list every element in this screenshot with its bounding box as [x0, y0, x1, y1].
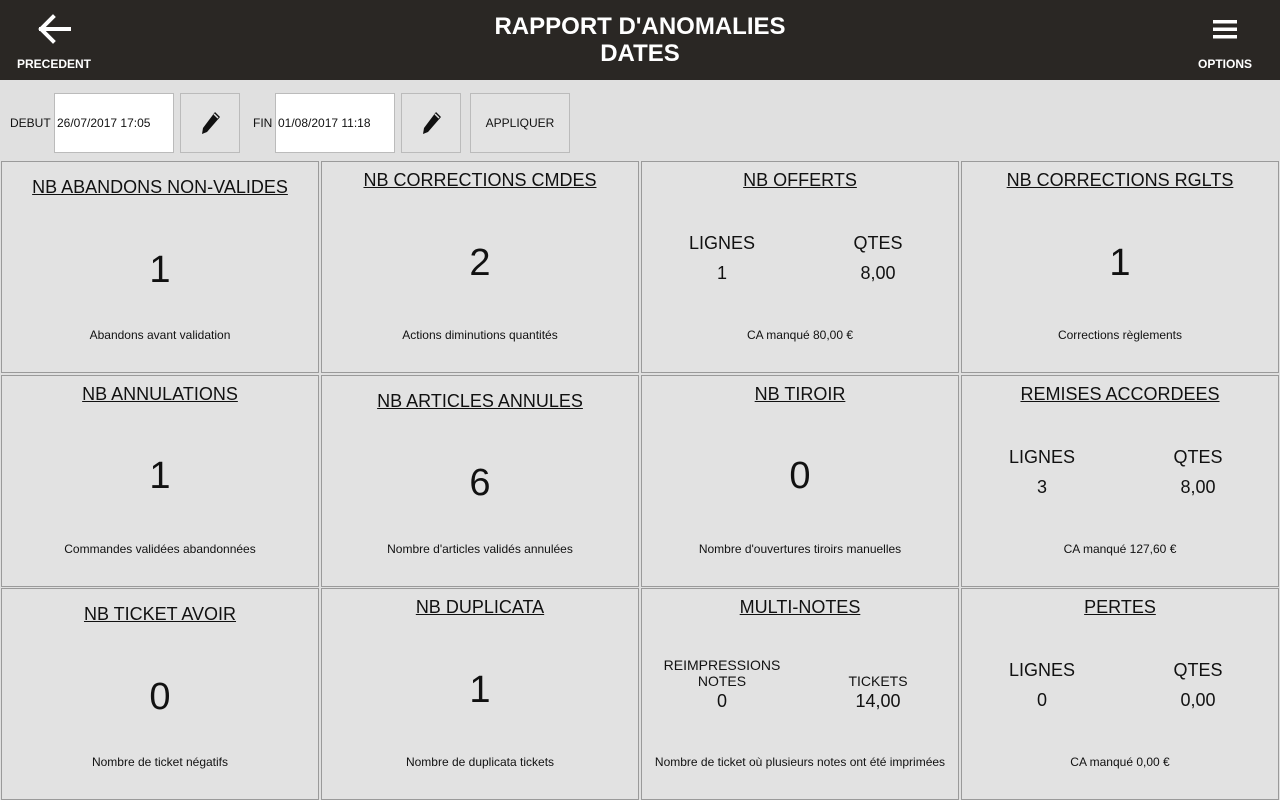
back-label: PRECEDENT — [16, 57, 91, 71]
apply-button[interactable]: APPLIQUER — [470, 93, 570, 153]
reprints-label: REIMPRESSIONS — [663, 657, 781, 673]
start-date-field[interactable]: 26/07/2017 17:05 — [54, 93, 174, 153]
qty-label: QTES — [853, 233, 903, 253]
tile-abandons[interactable]: NB ABANDONS NON-VALIDES 1 Abandons avant… — [1, 161, 319, 373]
tile-title: NB CORRECTIONS CMDES — [363, 170, 597, 190]
qty-column: QTES 8,00 — [808, 233, 948, 283]
tile-title: NB ARTICLES ANNULES — [377, 391, 583, 411]
tile-caption: Nombre d'articles validés annulées — [387, 542, 573, 556]
reprints-column: REIMPRESSIONS NOTES 0 — [652, 657, 792, 711]
page-title: RAPPORT D'ANOMALIES DATES — [340, 13, 940, 67]
tickets-label: TICKETS — [848, 673, 908, 689]
qty-value: 8,00 — [1180, 477, 1216, 497]
pencil-icon — [202, 112, 220, 134]
lines-column: LIGNES 3 — [972, 447, 1112, 497]
top-bar: PRECEDENT RAPPORT D'ANOMALIES DATES OPTI… — [0, 0, 1280, 80]
edit-end-date-button[interactable] — [401, 93, 461, 153]
tile-title: PERTES — [1084, 597, 1156, 617]
back-button[interactable]: PRECEDENT — [0, 0, 108, 80]
tile-ticket-avoir[interactable]: NB TICKET AVOIR 0 Nombre de ticket négat… — [1, 588, 319, 800]
options-label: OPTIONS — [1197, 57, 1252, 71]
lines-label: LIGNES — [1008, 660, 1076, 680]
tile-caption: Actions diminutions quantités — [402, 328, 558, 342]
qty-column: QTES 8,00 — [1128, 447, 1268, 497]
options-button[interactable]: OPTIONS — [1170, 0, 1280, 80]
edit-start-date-button[interactable] — [180, 93, 240, 153]
tile-caption: Nombre de duplicata tickets — [405, 755, 555, 769]
tickets-value: 14,00 — [855, 691, 901, 711]
tile-value: 2 — [469, 242, 491, 284]
tile-multi-notes[interactable]: MULTI-NOTES REIMPRESSIONS NOTES 0 TICKET… — [641, 588, 959, 800]
title-line-1: RAPPORT D'ANOMALIES — [494, 13, 786, 40]
start-date-label: DEBUT — [10, 116, 51, 130]
tile-duplicata[interactable]: NB DUPLICATA 1 Nombre de duplicata ticke… — [321, 588, 639, 800]
tile-caption: Commandes validées abandonnées — [64, 542, 256, 556]
qty-value: 0,00 — [1180, 690, 1216, 710]
tile-title: REMISES ACCORDEES — [1020, 384, 1220, 404]
qty-value: 8,00 — [860, 263, 896, 283]
tile-value: 6 — [469, 462, 491, 504]
tile-pertes[interactable]: PERTES LIGNES 0 QTES 0,00 CA manqué 0,00… — [961, 588, 1279, 800]
end-date-label: FIN — [253, 116, 273, 130]
hamburger-menu-icon — [1213, 20, 1237, 39]
tile-title: NB OFFERTS — [743, 170, 857, 190]
tile-corrections-cmdes[interactable]: NB CORRECTIONS CMDES 2 Actions diminutio… — [321, 161, 639, 373]
tile-title: NB CORRECTIONS RGLTS — [1006, 170, 1234, 190]
lines-value: 3 — [1036, 477, 1047, 497]
tile-caption: CA manqué 0,00 € — [1070, 755, 1170, 769]
tile-value: 1 — [149, 455, 171, 497]
tile-caption: Nombre de ticket où plusieurs notes ont … — [654, 755, 946, 769]
tickets-column: TICKETS 14,00 — [808, 673, 948, 711]
lines-value: 1 — [716, 263, 727, 283]
lines-label: LIGNES — [1008, 447, 1076, 467]
qty-label: QTES — [1173, 660, 1223, 680]
lines-column: LIGNES 0 — [972, 660, 1112, 710]
lines-column: LIGNES 1 — [652, 233, 792, 283]
qty-label: QTES — [1173, 447, 1223, 467]
tile-caption: CA manqué 80,00 € — [746, 328, 854, 342]
date-filter-bar: DEBUT 26/07/2017 17:05 FIN 01/08/2017 11… — [0, 80, 1280, 160]
tile-value: 0 — [149, 676, 171, 718]
qty-column: QTES 0,00 — [1128, 660, 1268, 710]
tile-annulations[interactable]: NB ANNULATIONS 1 Commandes validées aban… — [1, 375, 319, 587]
title-line-2: DATES — [600, 40, 680, 67]
tile-value: 1 — [1109, 242, 1131, 284]
tile-value: 1 — [149, 249, 171, 291]
tile-title: NB ABANDONS NON-VALIDES — [32, 177, 288, 197]
tile-title: NB TICKET AVOIR — [83, 604, 237, 624]
tile-remises[interactable]: REMISES ACCORDEES LIGNES 3 QTES 8,00 CA … — [961, 375, 1279, 587]
reprints-value: 0 — [716, 691, 727, 711]
tile-caption: Abandons avant validation — [89, 328, 231, 342]
tile-offerts[interactable]: NB OFFERTS LIGNES 1 QTES 8,00 CA manqué … — [641, 161, 959, 373]
tile-caption: CA manqué 127,60 € — [1063, 542, 1177, 556]
tile-title: NB DUPLICATA — [415, 597, 545, 617]
end-date-field[interactable]: 01/08/2017 11:18 — [275, 93, 395, 153]
tile-title: NB ANNULATIONS — [82, 384, 238, 404]
tile-caption: Nombre d'ouvertures tiroirs manuelles — [698, 542, 902, 556]
notes-label: NOTES — [697, 673, 747, 689]
tile-tiroir[interactable]: NB TIROIR 0 Nombre d'ouvertures tiroirs … — [641, 375, 959, 587]
pencil-icon — [423, 112, 441, 134]
tile-articles-annules[interactable]: NB ARTICLES ANNULES 6 Nombre d'articles … — [321, 375, 639, 587]
tile-title: NB TIROIR — [754, 384, 846, 404]
tile-caption: Corrections règlements — [1057, 328, 1183, 342]
tile-corrections-rglts[interactable]: NB CORRECTIONS RGLTS 1 Corrections règle… — [961, 161, 1279, 373]
tile-title: MULTI-NOTES — [739, 597, 861, 617]
lines-label: LIGNES — [688, 233, 756, 253]
tile-value: 0 — [789, 455, 811, 497]
tile-caption: Nombre de ticket négatifs — [91, 755, 229, 769]
lines-value: 0 — [1036, 690, 1047, 710]
tile-value: 1 — [469, 669, 491, 711]
arrow-left-icon — [38, 14, 71, 44]
